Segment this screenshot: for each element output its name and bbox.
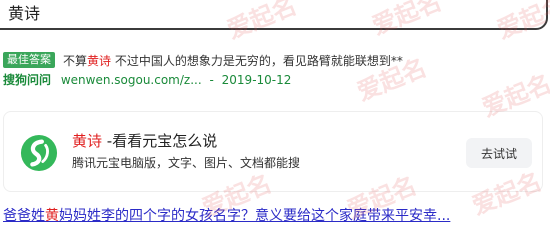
snippet-text-before: 不算 [63, 53, 88, 68]
source-separator: - [209, 73, 214, 87]
card-description: 腾讯元宝电脑版，文字、图片、文档都能搜 [72, 156, 301, 170]
best-answer-line: 最佳答案 不算黄诗 不过中国人的想象力是无穷的，看见路臂就能联想到** [3, 52, 403, 68]
search-input[interactable]: 黄诗 [0, 0, 548, 30]
yuanbao-logo-icon [20, 134, 58, 172]
answer-snippet[interactable]: 不算黄诗 不过中国人的想象力是无穷的，看见路臂就能联想到** [63, 52, 403, 69]
next-result-title-link[interactable]: 爸爸姓黄妈妈姓李的四个字的女孩名字？意义要给这个家庭带来平安幸... [3, 206, 450, 226]
source-site-name[interactable]: 搜狗问问 [3, 73, 51, 87]
try-it-button[interactable]: 去试试 [466, 138, 532, 168]
next-title-highlight: 黄 [45, 208, 59, 224]
snippet-highlight: 黄诗 [87, 53, 112, 68]
next-title-after: 妈妈姓李的四个字的女孩名字？意义要给这个家庭带来平安幸... [59, 208, 451, 224]
snippet-text-after: 不过中国人的想象力是无穷的，看见路臂就能联想到** [111, 53, 403, 68]
ai-assistant-card[interactable]: 黄诗 -看看元宝怎么说 腾讯元宝电脑版，文字、图片、文档都能搜 去试试 [3, 111, 543, 192]
card-title-rest: -看看元宝怎么说 [102, 132, 218, 150]
next-title-before: 爸爸姓 [3, 208, 45, 224]
search-query-text: 黄诗 [8, 4, 41, 23]
card-title[interactable]: 黄诗 -看看元宝怎么说 [72, 131, 217, 151]
result-source-line: 搜狗问问 wenwen.sogou.com/z... - 2019-10-12 [3, 71, 291, 87]
best-answer-badge: 最佳答案 [3, 52, 55, 68]
source-date: 2019-10-12 [221, 73, 292, 87]
card-title-highlight: 黄诗 [72, 132, 103, 150]
source-url[interactable]: wenwen.sogou.com/z... [61, 73, 202, 87]
